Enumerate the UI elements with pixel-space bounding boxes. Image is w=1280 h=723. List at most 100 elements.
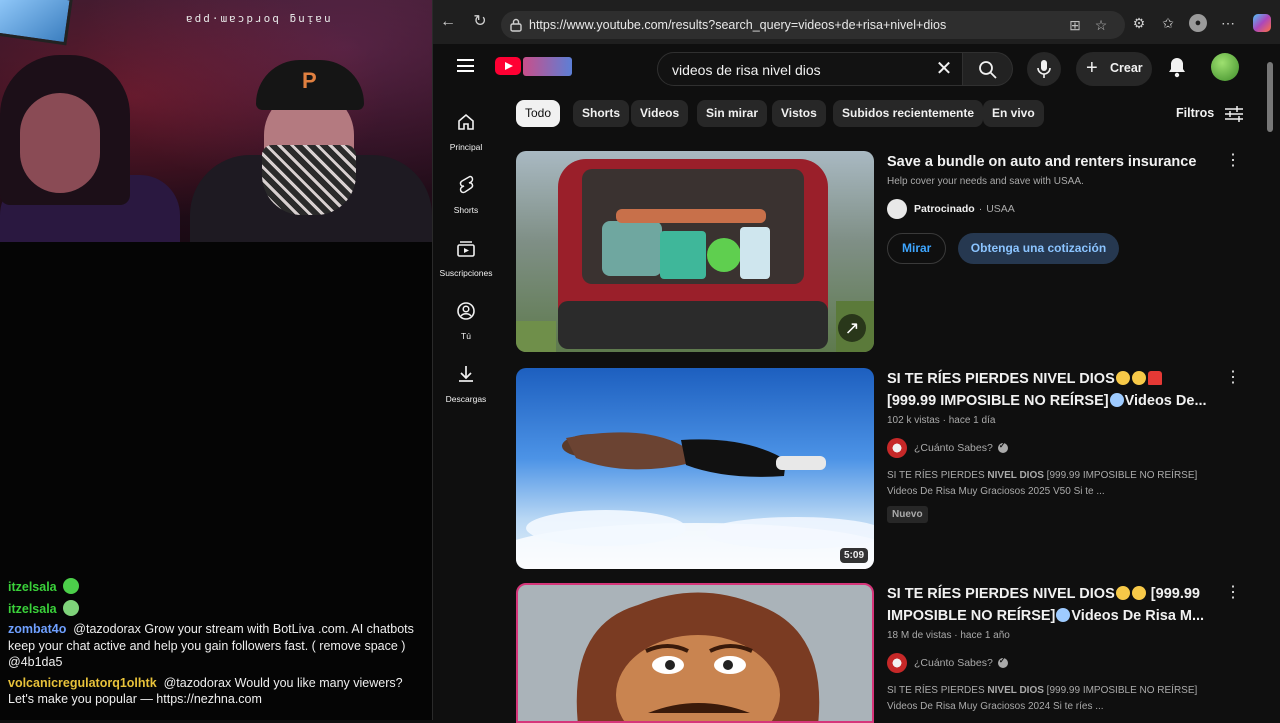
laughing-emoji-icon [1115,586,1130,600]
chat-username: itzelsala [8,580,57,594]
more-options-icon[interactable]: ⋯ [1219,14,1237,32]
sidebar-item-shorts[interactable]: Shorts [433,169,499,225]
video-more-actions-icon[interactable] [1225,367,1241,387]
get-quote-button[interactable]: Obtenga una cotización [957,233,1120,264]
cap-logo: P [302,68,317,93]
youtube-logo-icon[interactable] [495,57,521,75]
cold-face-emoji-icon [1109,393,1124,407]
video-info: SI TE RÍES PIERDES NIVEL DIOS [999.99 IMP… [887,368,1217,523]
chip-todo[interactable]: Todo [516,100,561,127]
cold-face-emoji-icon [1056,608,1071,622]
video-duration: 5:09 [839,548,868,563]
sidebar-item-label: Suscripciones [439,268,493,278]
video-title-part: SI TE RÍES PIERDES NIVEL DIOS [887,371,1115,387]
reload-icon[interactable]: ↻ [469,11,491,33]
sidebar-item-label: Tú [461,331,471,341]
url-text: https://www.youtube.com/results?search_q… [529,18,947,32]
sidebar-item-subscriptions[interactable]: Suscripciones [433,232,499,288]
download-icon [459,366,473,382]
voice-search-button[interactable] [1027,52,1061,86]
upload-age: hace 1 año [960,630,1010,641]
plus-icon: + [1086,57,1098,79]
sidebar-item-downloads[interactable]: Descargas [433,358,499,414]
browser-toolbar: ← ↻ https://www.youtube.com/results?sear… [433,0,1280,44]
search-input[interactable]: videos de risa nivel dios [672,62,821,78]
page-scrollbar[interactable] [1265,50,1275,720]
car-trunk-image [516,159,874,352]
favorites-icon[interactable]: ✩ [1159,14,1177,32]
chip-videos[interactable]: Videos [631,100,689,127]
crying-emoji-icon [1131,586,1146,600]
chat-message: zombat4o @tazodorax Grow your stream wit… [8,621,428,671]
ad-info: Save a bundle on auto and renters insura… [887,151,1217,264]
site-info-icon[interactable] [509,17,523,33]
shorts-icon [459,175,474,194]
ad-sponsor-line: Patrocinado · USAA [887,199,1217,219]
sidebar-item-home[interactable]: Principal [433,106,499,162]
new-badge: Nuevo [887,506,928,523]
app-install-icon[interactable]: ⊞ [1067,17,1083,33]
separator-dot: · [978,203,983,215]
chat-message: itzelsala [8,578,428,596]
video-title[interactable]: SI TE RÍES PIERDES NIVEL DIOS [999.99 IM… [887,583,1217,627]
address-bar[interactable]: https://www.youtube.com/results?search_q… [501,11,1125,39]
youtube-doodle[interactable] [523,57,572,76]
view-count: 102 k vistas [887,415,940,426]
channel-avatar[interactable] [887,653,907,673]
chip-vistos[interactable]: Vistos [772,100,826,127]
ad-thumbnail[interactable]: ↗ [516,151,874,352]
chat-username: volcanicregulatorq1olhtk [8,675,157,690]
extensions-icon[interactable]: ⚙ [1130,14,1148,32]
description-text: SI TE RÍES PIERDES [887,470,988,481]
ad-title[interactable]: Save a bundle on auto and renters insura… [887,151,1217,173]
sidebar-item-label: Principal [449,142,483,152]
streamer-left [0,55,180,242]
home-icon [458,113,474,130]
back-icon[interactable]: ← [437,11,459,33]
search-button[interactable] [963,52,1013,86]
video-description: SI TE RÍES PIERDES NIVEL DIOS [999.99 IM… [887,683,1217,715]
channel-name[interactable]: ¿Cuánto Sabes? [914,442,993,454]
flying-man-image [516,432,874,569]
filters-icon[interactable] [1224,106,1244,122]
channel-avatar[interactable] [887,438,907,458]
advertiser-name: USAA [986,203,1015,215]
chip-subidos-recientemente[interactable]: Subidos recientemente [833,100,984,127]
create-button[interactable]: + Crear [1076,52,1152,86]
watch-button[interactable]: Mirar [887,233,947,264]
video-thumbnail[interactable] [516,583,874,723]
microphone-icon [1037,60,1051,78]
profile-icon[interactable]: ● [1189,14,1207,32]
chat-text: @tazodorax Grow your stream with BotLiva… [8,622,414,669]
description-highlight: NIVEL DIOS [987,685,1044,696]
video-thumbnail[interactable]: 5:09 [516,368,874,569]
channel-line[interactable]: ¿Cuánto Sabes? [887,438,1217,458]
chat-username: zombat4o [8,622,67,636]
verified-icon [997,441,1008,453]
notifications-icon[interactable] [1167,56,1187,78]
video-info: SI TE RÍES PIERDES NIVEL DIOS [999.99 IM… [887,583,1217,715]
clear-search-icon[interactable]: ✕ [932,57,956,81]
ad-more-actions-icon[interactable] [1225,150,1241,170]
sidebar-item-label: Descargas [445,394,487,404]
channel-line[interactable]: ¿Cuánto Sabes? [887,653,1217,673]
menu-icon[interactable] [457,59,474,72]
video-title[interactable]: SI TE RÍES PIERDES NIVEL DIOS [999.99 IMP… [887,368,1217,412]
sidebar-item-you[interactable]: Tú [433,295,499,351]
stream-chat: itzelsala itzelsala zombat4o @tazodorax … [8,578,428,712]
external-link-icon[interactable]: ↗ [838,314,866,342]
filters-button[interactable]: Filtros [1176,106,1214,120]
search-box[interactable]: videos de risa nivel dios ✕ [657,52,963,86]
scrollbar-thumb[interactable] [1267,62,1273,132]
video-more-actions-icon[interactable] [1225,582,1241,602]
usaa-logo-icon [887,199,907,219]
chip-shorts[interactable]: Shorts [573,100,630,127]
channel-name[interactable]: ¿Cuánto Sabes? [914,657,993,669]
sponsored-label: Patrocinado [914,203,975,215]
account-avatar[interactable] [1211,53,1239,81]
favorite-star-icon[interactable]: ☆ [1093,17,1109,33]
video-meta: 102 k vistas · hace 1 día [887,415,996,426]
chip-sin-mirar[interactable]: Sin mirar [697,100,768,127]
copilot-icon[interactable] [1253,14,1271,32]
chip-en-vivo[interactable]: En vivo [983,100,1044,127]
